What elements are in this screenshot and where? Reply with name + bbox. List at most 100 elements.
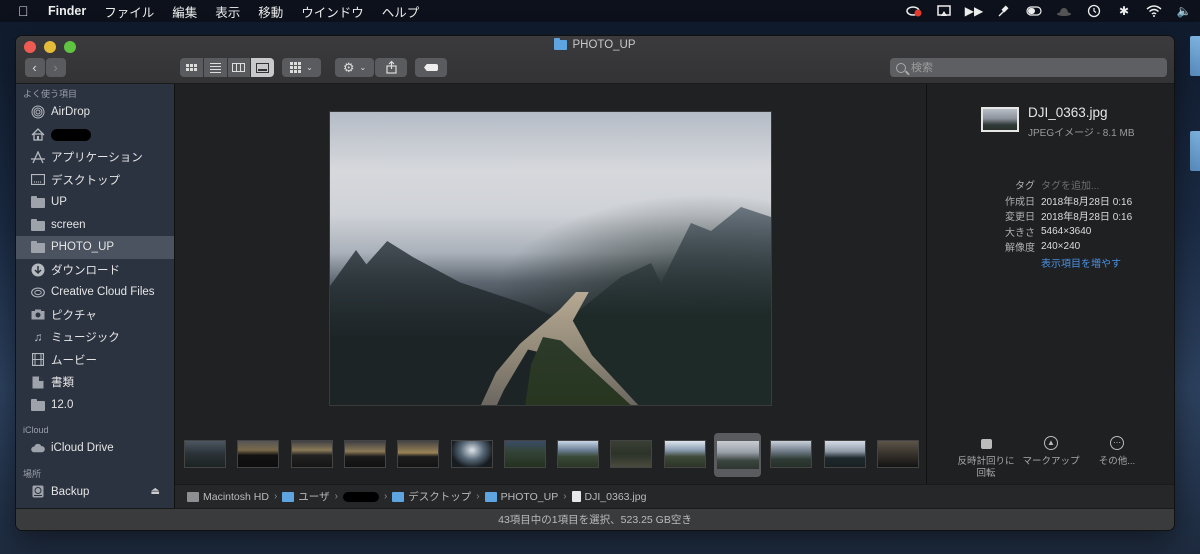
rotate-left-label: 反時計回りに回転 [957, 456, 1015, 479]
sidebar-item-documents[interactable]: 書類 [16, 371, 174, 394]
share-icon [385, 61, 397, 74]
path-segment-macintosh-hd[interactable]: Macintosh HD [187, 491, 269, 503]
menu-edit[interactable]: 編集 [172, 2, 197, 21]
wifi-icon[interactable] [1146, 3, 1162, 19]
toggle-icon[interactable] [1026, 3, 1042, 19]
metadata-row-show-more: 表示項目を増やす [927, 255, 1174, 271]
sidebar-item-movies[interactable]: ムービー [16, 349, 174, 372]
tags-button[interactable] [415, 58, 447, 77]
menu-window[interactable]: ウインドウ [301, 2, 364, 21]
thumbnail[interactable] [237, 440, 280, 468]
icon-view-button[interactable] [180, 58, 203, 77]
redacted-username [51, 128, 91, 141]
thumbnail[interactable] [876, 440, 919, 468]
sidebar-item-music[interactable]: ♫ ミュージック [16, 326, 174, 349]
thumbnail[interactable] [503, 440, 546, 468]
menu-help[interactable]: ヘルプ [382, 2, 420, 21]
camera-icon [31, 309, 45, 321]
sidebar-item-airdrop[interactable]: AirDrop [16, 101, 174, 124]
sidebar-item-downloads[interactable]: ダウンロード [16, 259, 174, 282]
path-segment-photo-up[interactable]: PHOTO_UP [484, 491, 558, 503]
time-machine-icon[interactable] [1086, 3, 1102, 19]
volume-icon[interactable]: 🔈 [1176, 3, 1192, 19]
inspector-panel: DJI_0363.jpg JPEGイメージ - 8.1 MB タグ タグを追加.… [926, 84, 1174, 484]
sidebar-item-home[interactable] [16, 124, 174, 147]
metadata-key: タグ [1015, 181, 1035, 193]
sidebar-item-label: ミュージック [51, 332, 120, 345]
menu-file[interactable]: ファイル [104, 2, 154, 21]
sidebar-item-label: ダウンロード [51, 264, 120, 277]
sidebar-item-pictures[interactable]: ピクチャ [16, 304, 174, 327]
desktop-file-icon[interactable] [1190, 131, 1200, 171]
sidebar-item-12-0[interactable]: 12.0 [16, 394, 174, 417]
thumbnail[interactable] [343, 440, 386, 468]
apple-menu-icon[interactable]:  [18, 3, 34, 19]
group-grid-icon [290, 62, 302, 73]
column-view-button[interactable] [227, 58, 251, 77]
action-menu-button[interactable]: ⚙ ⌄ [335, 58, 374, 77]
window-title-text: PHOTO_UP [572, 39, 636, 51]
path-segment-user-home[interactable] [342, 491, 379, 502]
path-segment-users[interactable]: ユーザ [282, 489, 330, 504]
thumbnail[interactable] [397, 440, 440, 468]
thumbnail-strip [175, 430, 926, 484]
pin-icon[interactable] [996, 3, 1012, 19]
download-icon [31, 263, 45, 277]
metadata-key: 作成日 [1005, 196, 1035, 208]
sidebar-item-desktop[interactable]: デスクトップ [16, 169, 174, 192]
sidebar-item-photo-up[interactable]: PHOTO_UP [16, 236, 174, 259]
metadata-row-created: 作成日 2018年8月28日 0:16 [927, 193, 1174, 209]
thumbnail[interactable] [823, 440, 866, 468]
sidebar-item-icloud-drive[interactable]: iCloud Drive [16, 437, 174, 460]
thumbnail[interactable] [557, 440, 600, 468]
creative-cloud-icon[interactable] [906, 3, 922, 19]
eject-icon[interactable]: ⏏ [151, 486, 160, 497]
sidebar-item-label: デスクトップ [51, 174, 120, 187]
share-button[interactable] [375, 58, 407, 77]
show-more-link[interactable]: 表示項目を増やす [1041, 255, 1121, 270]
sidebar-item-applications[interactable]: アプリケーション [16, 146, 174, 169]
more-button[interactable]: ⋯ その他... [1082, 436, 1152, 468]
gallery-icon [256, 62, 270, 73]
bluetooth-icon[interactable]: ✱ [1116, 3, 1132, 19]
fast-forward-icon[interactable]: ▶▶ [965, 3, 983, 19]
thumbnail[interactable] [770, 440, 813, 468]
more-label: その他... [1098, 456, 1136, 467]
list-view-button[interactable] [203, 58, 227, 77]
thumbnail[interactable] [290, 440, 333, 468]
folder-icon [484, 491, 497, 502]
menu-view[interactable]: 表示 [215, 2, 240, 21]
rotate-left-button[interactable]: 反時計回りに回転 [951, 436, 1021, 480]
desktop-file-icon[interactable] [1190, 36, 1200, 76]
thumbnail[interactable] [663, 440, 706, 468]
status-bar: 43項目中の1項目を選択、523.25 GB空き [16, 508, 1174, 530]
sidebar-item-backup[interactable]: Backup ⏏ [16, 481, 174, 504]
markup-button[interactable]: ▲ マークアップ [1016, 436, 1086, 468]
search-field[interactable] [890, 58, 1167, 77]
thumbnail[interactable] [450, 440, 493, 468]
gallery-view-button[interactable] [251, 58, 274, 77]
hat-icon[interactable] [1056, 3, 1072, 19]
back-button[interactable]: ‹ [24, 58, 45, 77]
image-preview[interactable] [329, 111, 772, 406]
path-label: DJI_0363.jpg [584, 490, 647, 503]
sidebar-item-screen[interactable]: screen [16, 214, 174, 237]
add-tag-field[interactable]: タグを追加... [1041, 177, 1099, 192]
path-label: Macintosh HD [203, 490, 269, 503]
menu-app-name[interactable]: Finder [48, 4, 86, 18]
group-by-button[interactable]: ⌄ [282, 58, 321, 77]
airplay-icon[interactable] [936, 3, 952, 19]
chevron-down-icon: ⌄ [359, 63, 367, 72]
thumbnail[interactable] [184, 440, 226, 468]
sidebar-item-creative-cloud[interactable]: Creative Cloud Files [16, 281, 174, 304]
forward-button[interactable]: › [45, 58, 66, 77]
path-segment-desktop[interactable]: デスクトップ [392, 489, 471, 504]
sidebar-item-up[interactable]: UP [16, 191, 174, 214]
search-input[interactable] [911, 61, 1151, 74]
thumbnail-selected[interactable] [714, 433, 761, 477]
thumbnail[interactable] [610, 440, 653, 468]
menu-go[interactable]: 移動 [258, 2, 283, 21]
applications-icon [31, 150, 45, 164]
path-segment-file[interactable]: DJI_0363.jpg [571, 490, 647, 503]
file-kind: JPEGイメージ - 8.1 MB [1028, 128, 1135, 139]
